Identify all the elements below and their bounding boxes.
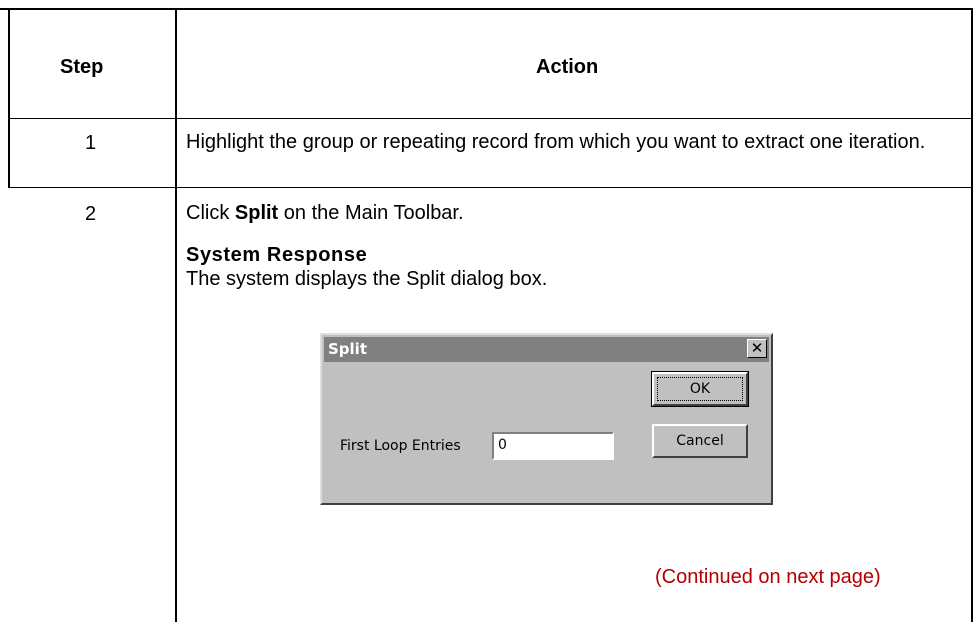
column-divider: [175, 8, 177, 622]
step-2-action-prefix: Click: [186, 202, 235, 224]
step-2-action: Click Split on the Main Toolbar.: [186, 199, 464, 227]
system-response-text: The system displays the Split dialog box…: [186, 268, 548, 290]
dialog-titlebar: Split ✕: [324, 337, 769, 362]
system-response-heading: System Response: [186, 244, 368, 266]
action-column-header: Action: [536, 56, 599, 78]
step-number-2: 2: [85, 203, 97, 225]
row-divider: [8, 187, 973, 188]
continued-note: (Continued on next page): [655, 566, 881, 588]
step-number-1: 1: [85, 132, 97, 154]
split-dialog: Split ✕ First Loop Entries 0 OK Cancel: [320, 333, 773, 505]
close-icon[interactable]: ✕: [747, 339, 767, 358]
first-loop-entries-input[interactable]: 0: [492, 432, 614, 460]
step-column-header: Step: [60, 56, 104, 78]
split-command-label: Split: [234, 202, 279, 224]
step-2-action-suffix: on the Main Toolbar.: [278, 202, 464, 224]
cancel-button[interactable]: Cancel: [652, 424, 748, 458]
dialog-title: Split: [328, 340, 367, 358]
header-divider: [8, 118, 973, 119]
table-top-border: [0, 8, 973, 10]
ok-button-label: OK: [657, 377, 743, 401]
first-loop-entries-label: First Loop Entries: [340, 438, 461, 454]
ok-button[interactable]: OK: [651, 371, 749, 407]
steps-table: Step Action 1 Highlight the group or rep…: [0, 0, 973, 622]
table-left-border: [8, 8, 10, 188]
step-1-action: Highlight the group or repeating record …: [186, 131, 926, 153]
